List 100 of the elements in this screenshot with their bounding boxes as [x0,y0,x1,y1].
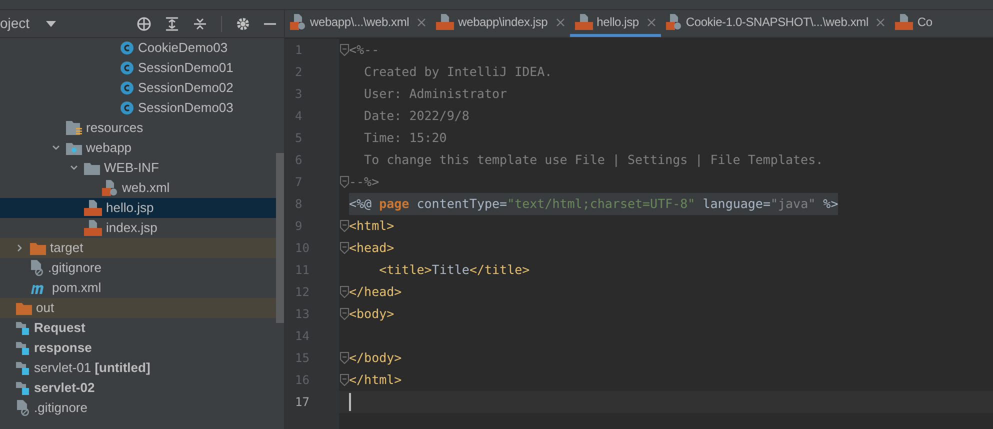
code-line: User: Administrator [363,85,508,103]
tree-item[interactable]: web.xml [0,178,276,198]
file-name: resources [86,119,144,138]
tab-label: Co [917,14,932,31]
file-name: .gitignore [34,399,88,418]
settings-icon[interactable] [236,16,250,30]
tree-item[interactable]: Request [0,318,276,338]
close-icon[interactable] [556,18,565,26]
xml-file-icon [666,14,682,30]
editor-tab[interactable]: webapp\...\web.xml [285,10,432,37]
tab-label: hello.jsp [596,14,639,31]
file-name: servlet-02 [34,379,95,398]
editor-tab[interactable]: hello.jsp [570,10,661,37]
line-number: 17 [295,394,310,411]
xml-file-icon [102,180,118,196]
file-name: response [34,339,92,358]
code-line: <%-- [349,41,380,59]
tree-item[interactable]: hello.jsp [0,198,276,218]
close-icon[interactable] [417,18,426,26]
tree-item[interactable]: SessionDemo02 [0,78,276,98]
tree-item[interactable]: WEB-INF [0,158,276,178]
panel-title[interactable]: oject [0,13,30,34]
fold-marker-icon[interactable] [340,374,348,386]
tree-item[interactable]: servlet-01 [untitled] [0,358,276,378]
tree-item[interactable]: servlet-02 [0,378,276,398]
expand-all-icon[interactable] [165,16,179,30]
code-line: </head> [349,283,402,301]
folder-icon [30,242,46,254]
tree-item[interactable]: .gitignore [0,258,276,278]
ignore-file-icon [16,400,30,416]
jsp-file-icon [84,220,102,236]
code-line: <html> [349,217,394,235]
tree-item[interactable]: .gitignore [0,398,276,418]
module-icon [16,381,30,395]
code-line: <head> [349,239,394,257]
editor-tab[interactable]: webapp\index.jsp [431,10,570,37]
module-icon [16,321,30,335]
web-folder-icon [66,142,82,154]
tree-item[interactable]: SessionDemo03 [0,98,276,118]
file-name: servlet-01 [untitled] [34,359,150,378]
tab-label: Cookie-1.0-SNAPSHOT\...\web.xml [686,14,868,31]
module-icon [16,361,30,375]
tab-label: webapp\...\web.xml [310,14,410,31]
file-name: out [36,299,54,318]
file-name: hello.jsp [106,199,154,218]
code-line: <body> [349,305,394,323]
folder-icon [16,302,32,314]
jsp-file-icon [436,14,454,30]
code-line: </html> [349,371,402,389]
fold-marker-icon[interactable] [340,242,348,254]
file-name: index.jsp [106,219,158,238]
close-icon[interactable] [646,18,656,26]
file-name: SessionDemo03 [138,99,234,118]
file-name: web.xml [122,179,170,198]
file-name: pom.xml [52,279,102,298]
code-line: </body> [349,349,402,367]
fold-marker-icon[interactable] [340,352,348,364]
code-line: --%> [349,173,380,191]
tree-item[interactable]: out [0,298,276,318]
folder-icon [84,162,100,174]
text-cursor [349,393,351,411]
fold-marker-icon[interactable] [340,286,348,298]
file-name: WEB-INF [104,159,159,178]
fold-marker-icon[interactable] [340,176,348,188]
code-line: Time: 15:20 [363,129,447,147]
code-line: Date: 2022/9/8 [363,107,470,125]
editor-tab[interactable]: Co [890,10,938,37]
ignore-file-icon [30,260,44,276]
resources-folder-icon [66,121,82,135]
file-name: SessionDemo02 [138,79,234,98]
tree-item[interactable]: webapp [0,138,276,158]
code-line: To change this template use File | Settings | File Templates. [363,151,824,169]
fold-marker-icon[interactable] [340,308,348,320]
editor-tab[interactable]: Cookie-1.0-SNAPSHOT\...\web.xml [660,10,890,37]
collapse-all-icon[interactable] [193,16,207,30]
module-icon [16,341,30,355]
tree-item[interactable]: CookieDemo03 [0,38,276,58]
locate-icon[interactable] [137,16,151,30]
tree-item[interactable]: resources [0,118,276,138]
file-name: webapp [86,139,132,158]
tree-item[interactable]: response [0,338,276,358]
tab-label: webapp\index.jsp [458,14,548,31]
file-name: target [50,239,84,258]
tree-item[interactable]: index.jsp [0,218,276,238]
file-name: .gitignore [48,259,102,278]
fold-marker-icon[interactable] [340,44,348,56]
class-icon [120,101,134,115]
close-icon[interactable] [876,18,886,26]
xml-file-icon [290,14,306,30]
tree-item[interactable]: pom.xml [0,278,276,298]
tree-item[interactable]: target [0,238,276,258]
jsp-file-icon [895,14,914,30]
file-name: CookieDemo03 [138,39,228,58]
code-line: Created by IntelliJ IDEA. [363,63,552,81]
dropdown-caret-icon[interactable] [46,20,56,26]
tree-item[interactable]: SessionDemo01 [0,58,276,78]
file-name: Request [34,319,86,338]
scrollbar-thumb[interactable] [276,153,284,323]
class-icon [120,61,134,75]
fold-marker-icon[interactable] [340,220,348,232]
